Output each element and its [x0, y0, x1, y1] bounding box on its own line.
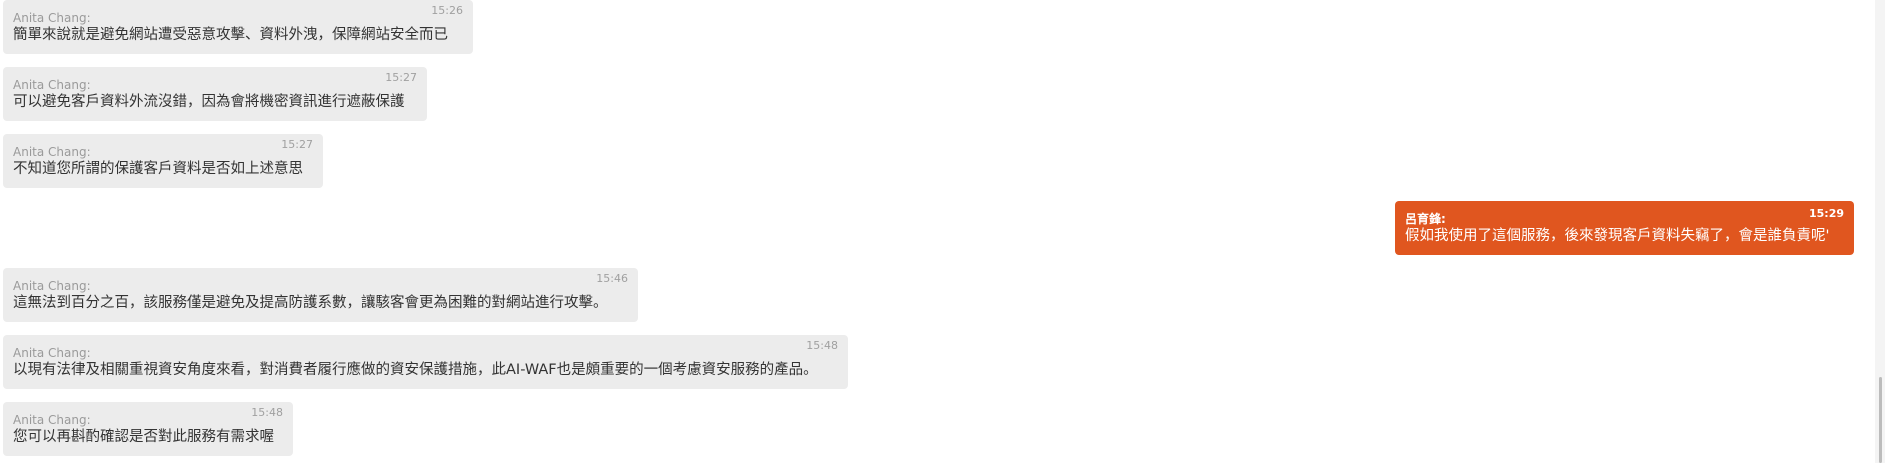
chat-message-incoming: Anita Chang: 15:48 您可以再斟酌確認是否對此服務有需求喔 — [3, 402, 293, 456]
message-text: 可以避免客戶資料外流沒錯，因為會將機密資訊進行遮蔽保護 — [13, 94, 405, 110]
message-time: 15:27 — [281, 138, 313, 151]
chat-message-outgoing: 呂育鋒: 15:29 假如我使用了這個服務，後來發現客戶資料失竊了，會是誰負責呢… — [1395, 201, 1854, 255]
vertical-scrollbar[interactable] — [1875, 0, 1885, 463]
message-time: 15:29 — [1808, 207, 1844, 220]
message-time: 15:27 — [385, 71, 417, 84]
message-text: 以現有法律及相關重視資安角度來看，對消費者履行應做的資安保護措施，此AI-WAF… — [13, 362, 818, 378]
message-sender: Anita Chang: — [13, 145, 91, 159]
message-time: 15:48 — [251, 406, 283, 419]
message-text: 假如我使用了這個服務，後來發現客戶資料失竊了，會是誰負責呢' — [1405, 228, 1830, 244]
scrollbar-thumb[interactable] — [1879, 377, 1882, 463]
chat-message-incoming: Anita Chang: 15:46 這無法到百分之百，該服務僅是避免及提高防護… — [3, 268, 638, 322]
message-sender: 呂育鋒: — [1405, 212, 1446, 226]
message-meta: Anita Chang: 15:48 — [13, 339, 838, 360]
chat-transcript: Anita Chang: 15:26 簡單來說就是避免網站遭受惡意攻擊、資料外洩… — [0, 0, 1885, 463]
chat-message-incoming: Anita Chang: 15:27 可以避免客戶資料外流沒錯，因為會將機密資訊… — [3, 67, 427, 121]
message-meta: Anita Chang: 15:27 — [13, 71, 417, 92]
message-text: 您可以再斟酌確認是否對此服務有需求喔 — [13, 429, 274, 445]
message-sender: Anita Chang: — [13, 11, 91, 25]
message-text: 這無法到百分之百，該服務僅是避免及提高防護系數，讓駭客會更為困難的對網站進行攻擊… — [13, 295, 608, 311]
message-sender: Anita Chang: — [13, 279, 91, 293]
chat-message-incoming: Anita Chang: 15:48 以現有法律及相關重視資安角度來看，對消費者… — [3, 335, 848, 389]
message-meta: Anita Chang: 15:48 — [13, 406, 283, 427]
message-meta: 呂育鋒: 15:29 — [1405, 207, 1844, 226]
message-time: 15:46 — [596, 272, 628, 285]
chat-message-incoming: Anita Chang: 15:27 不知道您所謂的保護客戶資料是否如上述意思 — [3, 134, 323, 188]
message-text: 不知道您所謂的保護客戶資料是否如上述意思 — [13, 161, 303, 177]
chat-message-incoming: Anita Chang: 15:26 簡單來說就是避免網站遭受惡意攻擊、資料外洩… — [3, 0, 473, 54]
message-meta: Anita Chang: 15:46 — [13, 272, 628, 293]
message-text: 簡單來說就是避免網站遭受惡意攻擊、資料外洩，保障網站安全而已 — [13, 27, 448, 43]
message-time: 15:26 — [431, 4, 463, 17]
message-sender: Anita Chang: — [13, 346, 91, 360]
message-sender: Anita Chang: — [13, 78, 91, 92]
message-sender: Anita Chang: — [13, 413, 91, 427]
message-time: 15:48 — [806, 339, 838, 352]
message-meta: Anita Chang: 15:27 — [13, 138, 313, 159]
message-meta: Anita Chang: 15:26 — [13, 4, 463, 25]
